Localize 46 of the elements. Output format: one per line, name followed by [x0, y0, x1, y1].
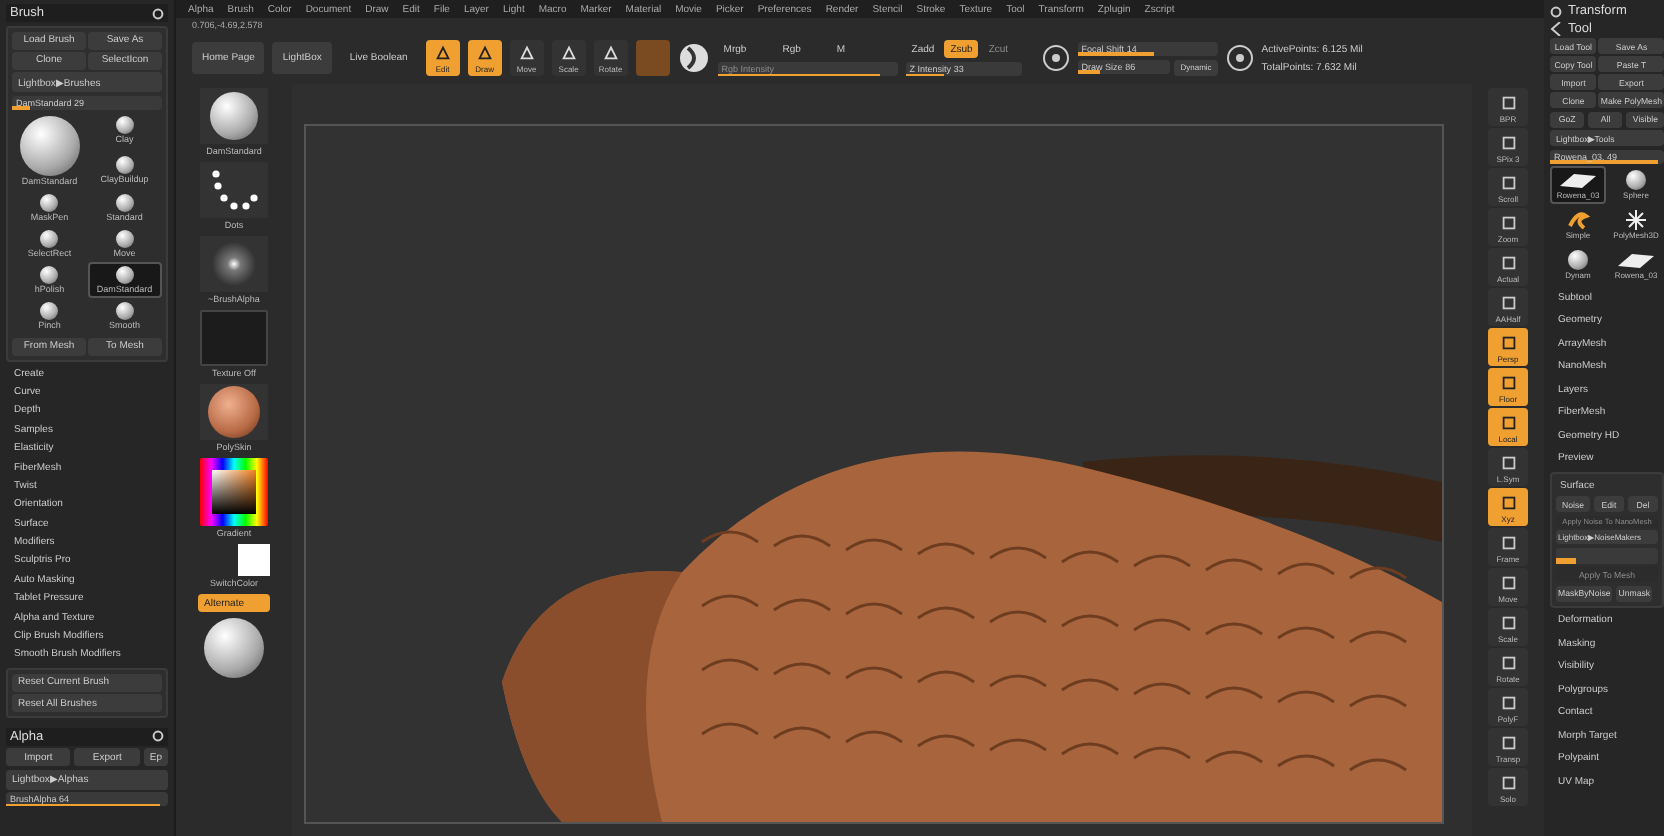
material-thumbnail[interactable] [200, 384, 268, 440]
star-icon [1626, 210, 1646, 230]
square-icon [1499, 534, 1517, 552]
square-icon [1499, 134, 1517, 152]
triangle-icon [433, 44, 452, 62]
triangle-icon [475, 44, 494, 62]
focal-circle-icon [1041, 44, 1070, 72]
refresh-icon[interactable] [1550, 5, 1562, 17]
triangle-icon [559, 44, 578, 62]
texture-thumbnail[interactable] [200, 310, 268, 366]
triangle-icon [517, 44, 536, 62]
square-icon [1499, 574, 1517, 592]
square-icon [1499, 94, 1517, 112]
brush-thumbnail[interactable] [200, 88, 268, 144]
square-icon [1499, 694, 1517, 712]
mesh-thumbnail-icon [1558, 170, 1598, 190]
mesh-thumbnail-icon [1616, 250, 1656, 270]
material-sphere-icon[interactable] [204, 618, 264, 678]
square-icon [1499, 374, 1517, 392]
color-swatch[interactable] [238, 544, 270, 576]
square-icon [1499, 614, 1517, 632]
material-swatch[interactable] [635, 40, 670, 76]
refresh-icon[interactable] [152, 7, 164, 19]
square-icon [1499, 494, 1517, 512]
alpha-thumbnail[interactable] [200, 236, 268, 292]
noise-slider[interactable] [1556, 547, 1658, 563]
square-icon [1499, 414, 1517, 432]
draw-circle-icon [1225, 44, 1254, 72]
sphere-brush-icon[interactable] [677, 42, 710, 74]
dots-stroke-icon[interactable] [200, 162, 268, 218]
refresh-icon[interactable] [152, 730, 164, 742]
square-icon [1499, 254, 1517, 272]
square-icon [1499, 334, 1517, 352]
square-icon [1499, 774, 1517, 792]
square-icon [1499, 214, 1517, 232]
triangle-icon [601, 44, 620, 62]
square-icon [1499, 654, 1517, 672]
square-icon [1499, 294, 1517, 312]
square-icon [1499, 734, 1517, 752]
brush-s-icon [1566, 210, 1590, 230]
color-picker[interactable] [200, 458, 268, 526]
square-icon [1499, 174, 1517, 192]
sphere-thumbnail-icon [1568, 250, 1588, 270]
square-icon [1499, 454, 1517, 472]
chevron-icon[interactable] [1550, 21, 1562, 35]
sphere-thumbnail-icon [1626, 170, 1646, 190]
